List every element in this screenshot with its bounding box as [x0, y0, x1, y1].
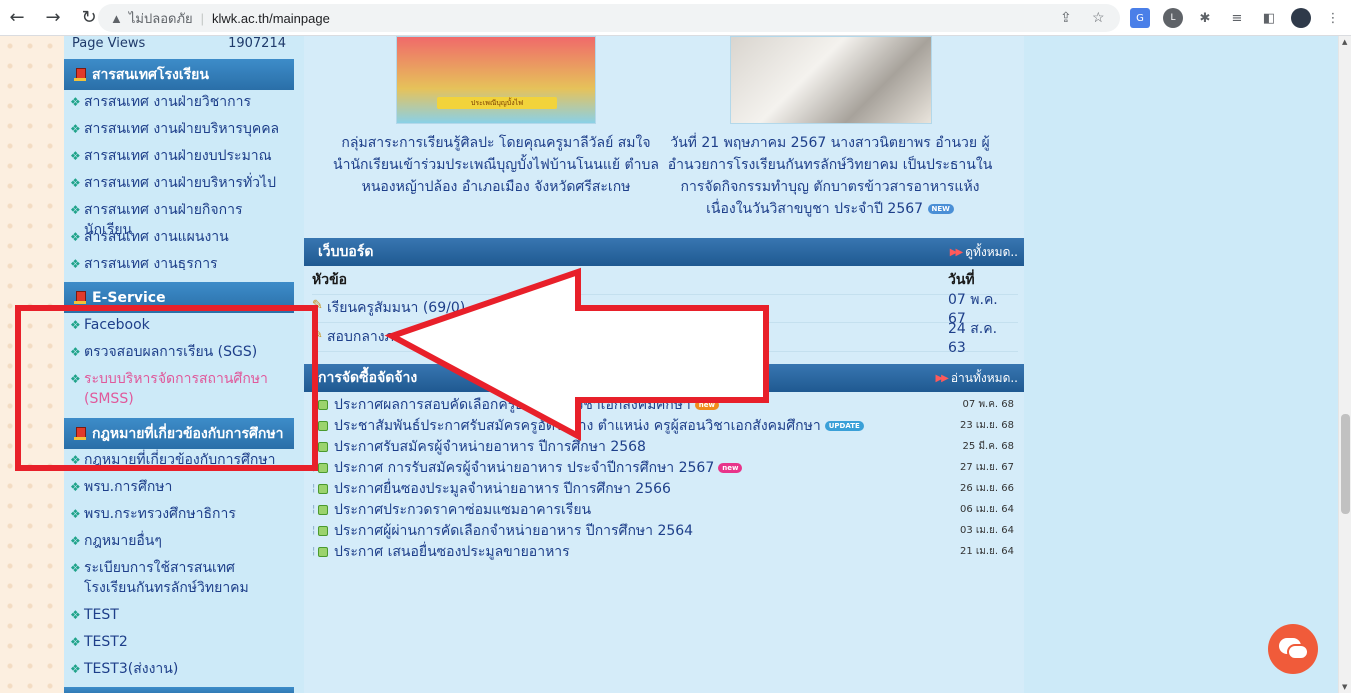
- profile-avatar[interactable]: [1291, 8, 1311, 28]
- scrollbar-thumb[interactable]: [1341, 414, 1350, 514]
- translate-icon[interactable]: G: [1130, 8, 1150, 28]
- extensions-icon[interactable]: ✱: [1195, 8, 1215, 28]
- chat-bubble-front: [1287, 644, 1309, 660]
- address-bar[interactable]: ▲ ไม่ปลอดภัย | klwk.ac.th/mainpage ⇪ ☆: [98, 4, 1120, 32]
- scroll-up-icon[interactable]: ▲: [1342, 38, 1347, 46]
- menu-kebab-icon[interactable]: ⋮: [1323, 8, 1343, 28]
- insecure-label: ไม่ปลอดภัย: [128, 10, 193, 26]
- annotation-arrow-icon: [384, 267, 769, 442]
- star-icon[interactable]: ☆: [1092, 9, 1105, 26]
- page-scrollbar[interactable]: ▲ ▼: [1338, 36, 1351, 693]
- forward-arrow-icon[interactable]: →: [40, 5, 66, 31]
- line-extension-icon[interactable]: L: [1163, 8, 1183, 28]
- back-arrow-icon[interactable]: ←: [4, 5, 30, 31]
- scroll-down-icon[interactable]: ▼: [1342, 683, 1347, 691]
- url-text[interactable]: klwk.ac.th/mainpage: [212, 11, 330, 26]
- share-icon[interactable]: ⇪: [1060, 9, 1072, 26]
- address-separator: |: [200, 10, 205, 26]
- warning-icon[interactable]: ▲: [110, 11, 123, 26]
- chat-bubble-icon[interactable]: [1268, 624, 1318, 674]
- browser-toolbar: ← → ↻ ▲ ไม่ปลอดภัย | klwk.ac.th/mainpage…: [0, 0, 1351, 36]
- page-viewport: Page Views 1907214 สารสนเทศโรงเรียน ❖ สาร…: [0, 36, 1338, 693]
- side-panel-icon[interactable]: ◧: [1259, 8, 1279, 28]
- media-control-icon[interactable]: ≡: [1227, 8, 1247, 28]
